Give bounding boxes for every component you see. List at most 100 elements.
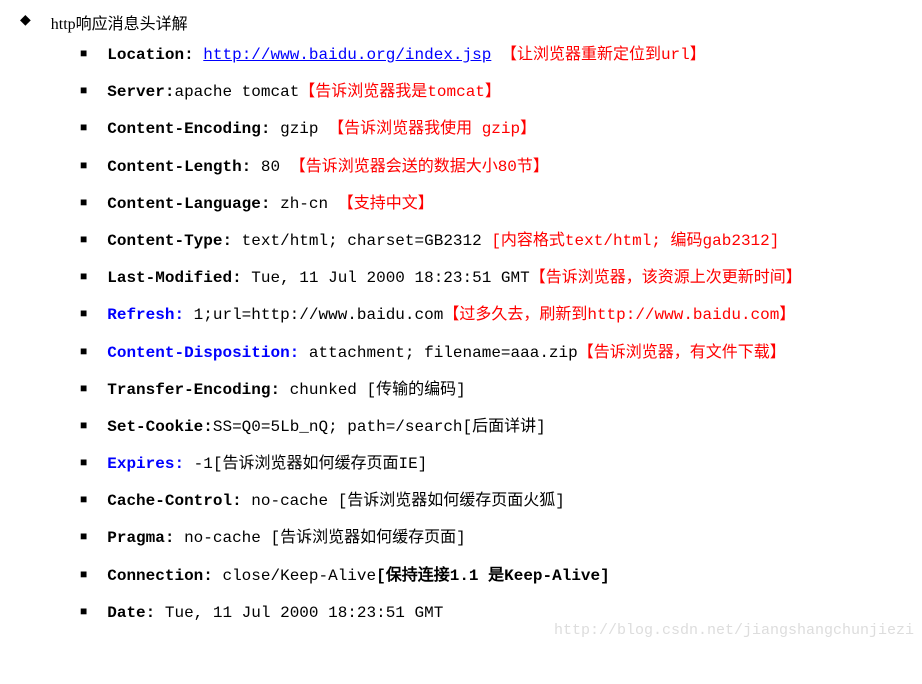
header-value: SS=Q0=5Lb_nQ; path=/search — [213, 418, 463, 436]
header-value: Tue, 11 Jul 2000 18:23:51 GMT — [242, 269, 530, 287]
header-note-red: 【过多久去，刷新到http://www.baidu.com】 — [443, 306, 795, 324]
header-name: Last-Modified: — [107, 269, 241, 287]
header-note-red: 【告诉浏览器会送的数据大小80节】 — [290, 158, 549, 176]
header-name: Content-Type: — [107, 232, 232, 250]
header-value: gzip — [270, 120, 328, 138]
header-name: Connection: — [107, 567, 213, 585]
header-content: Set-Cookie:SS=Q0=5Lb_nQ; path=/search[后面… — [107, 414, 902, 441]
header-content: Transfer-Encoding: chunked [传输的编码] — [107, 377, 902, 404]
square-bullet: ■ — [80, 269, 87, 284]
header-value — [491, 46, 501, 64]
square-bullet: ■ — [80, 455, 87, 470]
header-value: 80 — [251, 158, 289, 176]
header-value: Tue, 11 Jul 2000 18:23:51 GMT — [155, 604, 443, 622]
header-name: Cache-Control: — [107, 492, 241, 510]
header-content: Server:apache tomcat【告诉浏览器我是tomcat】 — [107, 79, 902, 106]
header-item: ■ Transfer-Encoding: chunked [传输的编码] — [80, 377, 902, 404]
header-item: ■ Date: Tue, 11 Jul 2000 18:23:51 GMT — [80, 600, 902, 627]
square-bullet: ■ — [80, 46, 87, 61]
header-content: Date: Tue, 11 Jul 2000 18:23:51 GMT — [107, 600, 902, 627]
header-item: ■ Last-Modified: Tue, 11 Jul 2000 18:23:5… — [80, 265, 902, 292]
square-bullet: ■ — [80, 492, 87, 507]
header-name: Expires: — [107, 455, 184, 473]
header-name: Content-Length: — [107, 158, 251, 176]
header-note-red: 【让浏览器重新定位到url】 — [501, 46, 706, 64]
header-content: Content-Type: text/html; charset=GB2312 … — [107, 228, 902, 255]
header-name: Set-Cookie: — [107, 418, 213, 436]
header-content: Content-Encoding: gzip 【告诉浏览器我使用 gzip】 — [107, 116, 902, 143]
header-value: text/html; charset=GB2312 — [232, 232, 491, 250]
header-note: [告诉浏览器如何缓存页面火狐] — [338, 492, 565, 510]
header-note: [告诉浏览器如何缓存页面] — [270, 529, 465, 547]
header-note-red: [内容格式text/html; 编码gab2312] — [491, 232, 779, 250]
header-content: Refresh: 1;url=http://www.baidu.com【过多久去… — [107, 302, 902, 329]
header-value: no-cache — [242, 492, 338, 510]
header-content: Expires: -1[告诉浏览器如何缓存页面IE] — [107, 451, 902, 478]
header-value: apache tomcat — [174, 83, 299, 101]
header-value: 1;url=http://www.baidu.com — [184, 306, 443, 324]
square-bullet: ■ — [80, 604, 87, 619]
header-item: ■ Server:apache tomcat【告诉浏览器我是tomcat】 — [80, 79, 902, 106]
header-value: close/Keep-Alive — [213, 567, 376, 585]
square-bullet: ■ — [80, 195, 87, 210]
header-link[interactable]: http://www.baidu.org/index.jsp — [203, 46, 491, 64]
header-value: zh-cn — [270, 195, 337, 213]
title-row: ◆ http响应消息头详解 — [20, 10, 902, 34]
header-value: -1 — [184, 455, 213, 473]
square-bullet: ■ — [80, 306, 87, 321]
square-bullet: ■ — [80, 529, 87, 544]
header-list: ■ Location: http://www.baidu.org/index.js… — [80, 42, 902, 627]
header-name: Server: — [107, 83, 174, 101]
header-content: Content-Language: zh-cn 【支持中文】 — [107, 191, 902, 218]
header-item: ■ Cache-Control: no-cache [告诉浏览器如何缓存页面火狐] — [80, 488, 902, 515]
header-note: [传输的编码] — [367, 381, 466, 399]
square-bullet: ■ — [80, 120, 87, 135]
diamond-bullet: ◆ — [20, 12, 31, 29]
header-value: no-cache — [174, 529, 270, 547]
header-note-red: 【告诉浏览器，该资源上次更新时间】 — [530, 269, 802, 287]
header-name: Content-Disposition: — [107, 344, 299, 362]
header-note-red: 【告诉浏览器我使用 gzip】 — [328, 120, 536, 138]
header-note-red: 【告诉浏览器，有文件下载】 — [578, 344, 786, 362]
header-name: Content-Language: — [107, 195, 270, 213]
header-name: Location: — [107, 46, 193, 64]
header-item: ■ Content-Type: text/html; charset=GB2312… — [80, 228, 902, 255]
header-note: [后面详讲] — [463, 418, 546, 436]
square-bullet: ■ — [80, 418, 87, 433]
header-note: [告诉浏览器如何缓存页面IE] — [213, 455, 427, 473]
square-bullet: ■ — [80, 344, 87, 359]
header-item: ■ Refresh: 1;url=http://www.baidu.com【过多久… — [80, 302, 902, 329]
header-name: Pragma: — [107, 529, 174, 547]
header-name: Refresh: — [107, 306, 184, 324]
header-note-red: 【告诉浏览器我是tomcat】 — [299, 83, 501, 101]
header-content: Cache-Control: no-cache [告诉浏览器如何缓存页面火狐] — [107, 488, 902, 515]
header-item: ■ Pragma: no-cache [告诉浏览器如何缓存页面] — [80, 525, 902, 552]
square-bullet: ■ — [80, 567, 87, 582]
square-bullet: ■ — [80, 158, 87, 173]
header-name: Date: — [107, 604, 155, 622]
header-content: Location: http://www.baidu.org/index.jsp… — [107, 42, 902, 69]
header-value: attachment; filename=aaa.zip — [299, 344, 577, 362]
header-item: ■ Expires: -1[告诉浏览器如何缓存页面IE] — [80, 451, 902, 478]
header-value: chunked — [280, 381, 366, 399]
header-note-red: 【支持中文】 — [338, 195, 434, 213]
header-item: ■ Content-Encoding: gzip 【告诉浏览器我使用 gzip】 — [80, 116, 902, 143]
header-item: ■ Connection: close/Keep-Alive[保持连接1.1 是K… — [80, 563, 902, 590]
header-content: Content-Disposition: attachment; filenam… — [107, 340, 902, 367]
header-content: Last-Modified: Tue, 11 Jul 2000 18:23:51… — [107, 265, 902, 292]
square-bullet: ■ — [80, 232, 87, 247]
square-bullet: ■ — [80, 381, 87, 396]
header-item: ■ Content-Disposition: attachment; filena… — [80, 340, 902, 367]
header-name: Transfer-Encoding: — [107, 381, 280, 399]
header-content: Content-Length: 80 【告诉浏览器会送的数据大小80节】 — [107, 154, 902, 181]
header-item: ■ Location: http://www.baidu.org/index.js… — [80, 42, 902, 69]
header-item: ■ Set-Cookie:SS=Q0=5Lb_nQ; path=/search[后… — [80, 414, 902, 441]
header-note-bold: [保持连接1.1 是Keep-Alive] — [376, 567, 610, 585]
title-text: http响应消息头详解 — [51, 10, 188, 34]
header-content: Connection: close/Keep-Alive[保持连接1.1 是Ke… — [107, 563, 902, 590]
header-item: ■ Content-Language: zh-cn 【支持中文】 — [80, 191, 902, 218]
square-bullet: ■ — [80, 83, 87, 98]
header-name: Content-Encoding: — [107, 120, 270, 138]
header-item: ■ Content-Length: 80 【告诉浏览器会送的数据大小80节】 — [80, 154, 902, 181]
header-content: Pragma: no-cache [告诉浏览器如何缓存页面] — [107, 525, 902, 552]
